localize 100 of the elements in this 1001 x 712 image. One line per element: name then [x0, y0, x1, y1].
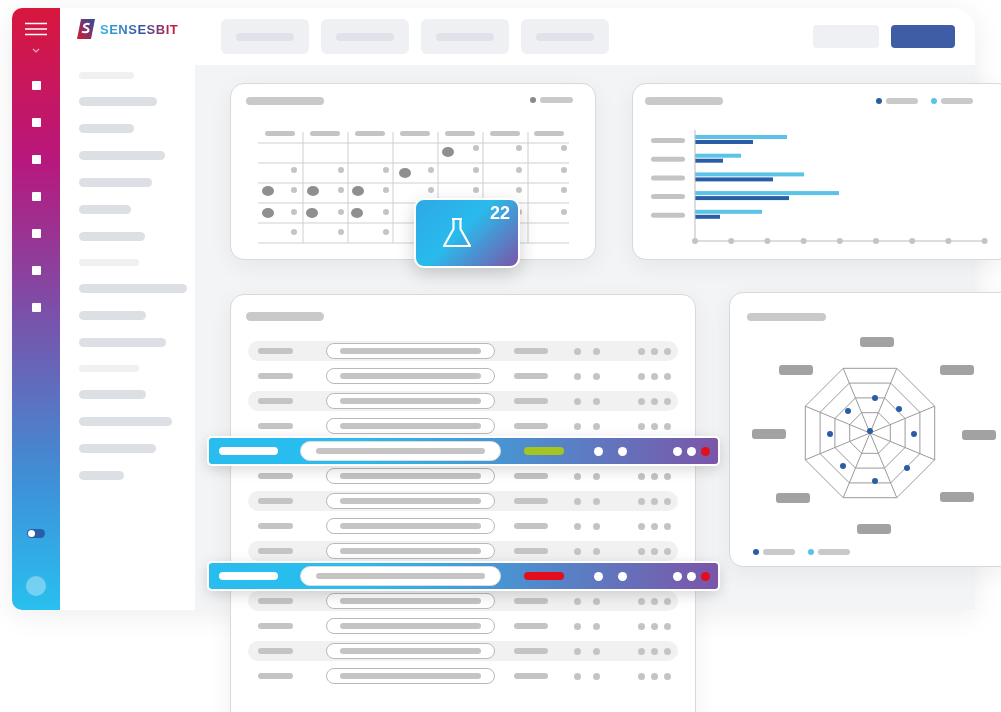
sidebar-item[interactable] [79, 151, 165, 160]
data-point [872, 395, 878, 401]
sidebar-item[interactable] [79, 97, 157, 106]
input-field[interactable] [326, 393, 495, 409]
input-field[interactable] [326, 668, 495, 684]
status-dot [593, 372, 600, 380]
status-dot [638, 622, 645, 630]
logo-icon [75, 18, 97, 40]
status-dot [638, 522, 645, 530]
nav-square-icon[interactable] [31, 155, 41, 164]
status-dot [651, 547, 658, 555]
input-field[interactable] [326, 418, 495, 434]
highlighted-table-row[interactable] [207, 561, 720, 591]
status-dot [574, 647, 581, 655]
legend-label-placeholder [941, 98, 973, 104]
nav-square-icon[interactable] [31, 81, 41, 90]
status-dot [574, 347, 581, 355]
highlighted-table-row[interactable] [207, 436, 720, 466]
status-dot [651, 347, 658, 355]
text-placeholder [514, 598, 548, 604]
axis-label-placeholder [860, 337, 894, 347]
status-dot [594, 446, 603, 456]
text-placeholder [258, 598, 293, 604]
status-dot [687, 571, 696, 581]
status-dot [593, 497, 600, 505]
status-dot [687, 446, 696, 456]
status-dot [651, 647, 658, 655]
data-point [904, 465, 910, 471]
status-dot [593, 422, 600, 430]
status-dot [651, 522, 658, 530]
input-field[interactable] [326, 593, 495, 609]
category-label-placeholder [651, 194, 685, 200]
status-dot [664, 622, 671, 630]
nav-square-icon[interactable] [31, 192, 41, 201]
input-field[interactable] [326, 368, 495, 384]
status-dot [593, 347, 600, 355]
status-dot [664, 497, 671, 505]
menu-icon[interactable] [25, 22, 47, 36]
input-field[interactable] [300, 441, 501, 461]
top-tab[interactable] [321, 19, 409, 54]
input-field[interactable] [326, 343, 495, 359]
sidebar-item[interactable] [79, 284, 187, 293]
nav-square-icon[interactable] [31, 266, 41, 275]
text-placeholder [514, 648, 548, 654]
sidebar-item[interactable] [79, 390, 146, 399]
status-dot [618, 571, 627, 581]
text-placeholder [514, 673, 548, 679]
status-dot [618, 446, 627, 456]
status-dot [664, 597, 671, 605]
nav-square-icon[interactable] [31, 118, 41, 127]
sidebar-item[interactable] [79, 232, 145, 241]
legend-dot [876, 98, 882, 104]
sidebar-item[interactable] [79, 311, 146, 320]
input-field[interactable] [326, 518, 495, 534]
text-placeholder [258, 648, 293, 654]
sidebar-item[interactable] [79, 205, 131, 214]
status-dot [638, 672, 645, 680]
status-dot [593, 397, 600, 405]
top-tab[interactable] [421, 19, 509, 54]
sidebar-item[interactable] [79, 178, 152, 187]
sidebar-item[interactable] [79, 417, 172, 426]
theme-toggle[interactable] [27, 529, 45, 538]
primary-button[interactable] [891, 25, 955, 48]
chevron-down-icon[interactable] [32, 48, 40, 53]
top-tab[interactable] [221, 19, 309, 54]
axis-label-placeholder [776, 493, 810, 503]
input-field[interactable] [326, 468, 495, 484]
status-dot [593, 472, 600, 480]
input-field[interactable] [326, 618, 495, 634]
status-dot [651, 672, 658, 680]
input-field[interactable] [326, 543, 495, 559]
input-field[interactable] [326, 643, 495, 659]
text-placeholder [258, 423, 293, 429]
legend-label-placeholder [763, 549, 795, 555]
status-dot [574, 397, 581, 405]
category-label-placeholder [651, 156, 685, 162]
experiments-badge[interactable]: 22 [414, 198, 520, 268]
status-dot [593, 597, 600, 605]
table-row[interactable] [248, 641, 678, 661]
status-dot [651, 597, 658, 605]
text-placeholder [219, 572, 278, 580]
input-field[interactable] [326, 493, 495, 509]
sidebar-item[interactable] [79, 338, 166, 347]
text-placeholder [258, 523, 293, 529]
input-field[interactable] [300, 566, 501, 586]
legend-label-placeholder [886, 98, 918, 104]
sidebar-item[interactable] [79, 124, 134, 133]
text-placeholder [514, 498, 548, 504]
data-point [872, 478, 878, 484]
table-row[interactable] [248, 391, 678, 411]
nav-square-icon[interactable] [31, 229, 41, 238]
top-tab[interactable] [521, 19, 609, 54]
status-dot [593, 672, 600, 680]
table-row[interactable] [248, 491, 678, 511]
sidebar-item[interactable] [79, 471, 124, 480]
sidebar-item[interactable] [79, 444, 156, 453]
data-point [845, 408, 851, 414]
table-row[interactable] [248, 341, 678, 361]
nav-square-icon[interactable] [31, 303, 41, 312]
avatar-circle[interactable] [26, 576, 46, 596]
